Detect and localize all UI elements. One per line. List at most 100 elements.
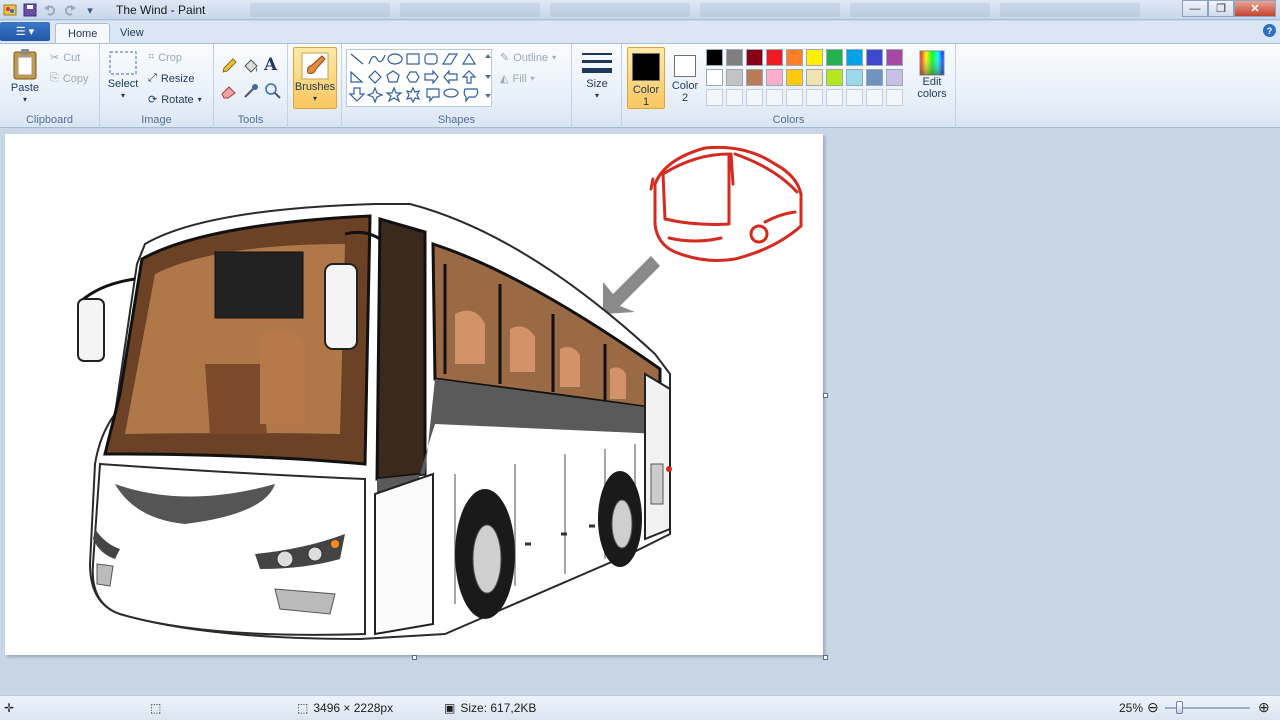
palette-swatch[interactable]: [786, 49, 803, 66]
image-group: Select ▾ ⌗ Crop ⤢ Resize ⟳ Rotate ▾ Imag…: [100, 44, 214, 128]
close-button[interactable]: ✕: [1234, 0, 1276, 17]
resize-icon: ⤢: [148, 72, 157, 84]
tab-view[interactable]: View: [108, 23, 156, 44]
brush-icon: [300, 51, 330, 81]
text-tool-icon[interactable]: A: [264, 55, 277, 75]
shapes-gallery[interactable]: [346, 49, 492, 107]
palette-swatch[interactable]: [886, 49, 903, 66]
rotate-button[interactable]: ⟳ Rotate ▾: [148, 93, 202, 107]
fill-button[interactable]: ◭ Fill ▾: [500, 72, 535, 86]
drawing-canvas[interactable]: [5, 134, 823, 655]
paint-app-icon[interactable]: [2, 2, 18, 18]
outline-icon: ✎: [500, 52, 510, 64]
palette-swatch[interactable]: [866, 49, 883, 66]
customize-toolbar-icon[interactable]: ▾: [82, 2, 98, 18]
custom-color-slot[interactable]: [726, 89, 743, 106]
size-button[interactable]: Size ▾: [580, 50, 614, 102]
palette-swatch[interactable]: [826, 49, 843, 66]
size-label: Size: [586, 78, 608, 90]
image-dimensions: ⬚ 3496 × 2228px: [297, 701, 393, 715]
custom-color-slot[interactable]: [826, 89, 843, 106]
chevron-down-icon: ▾: [22, 95, 27, 104]
pencil-icon[interactable]: [220, 57, 238, 75]
clipboard-group-label: Clipboard: [25, 114, 74, 126]
custom-color-slot[interactable]: [746, 89, 763, 106]
grey-arrow: [603, 256, 660, 314]
zoom-out-icon[interactable]: ⊖: [1147, 699, 1159, 716]
palette-swatch[interactable]: [706, 49, 723, 66]
palette-swatch[interactable]: [726, 49, 743, 66]
palette-swatch[interactable]: [746, 49, 763, 66]
red-bus-sketch: [649, 145, 803, 262]
shapes-group-label: Shapes: [437, 114, 476, 126]
zoom-slider-thumb[interactable]: [1176, 701, 1183, 714]
copy-label: Copy: [62, 72, 89, 85]
palette-swatch[interactable]: [706, 69, 723, 86]
tab-home[interactable]: Home: [55, 23, 111, 44]
palette-swatch[interactable]: [886, 69, 903, 86]
brushes-group: Brushes ▾: [288, 44, 342, 128]
minimize-button[interactable]: —: [1182, 0, 1208, 17]
magnifier-icon[interactable]: [264, 82, 282, 100]
tools-group-label: Tools: [237, 114, 264, 126]
file-size-text: Size: 617,2KB: [460, 701, 537, 715]
color-picker-icon[interactable]: [242, 82, 260, 100]
edit-colors-button[interactable]: Edit colors: [912, 50, 952, 100]
palette-swatch[interactable]: [726, 69, 743, 86]
palette-swatch[interactable]: [766, 49, 783, 66]
window-controls: — ❐ ✕: [1182, 0, 1276, 17]
crop-button[interactable]: ⌗ Crop: [148, 51, 182, 64]
custom-color-slot[interactable]: [846, 89, 863, 106]
palette-swatch[interactable]: [846, 69, 863, 86]
selection-size: ⬚: [150, 701, 161, 715]
save-icon[interactable]: [22, 2, 38, 18]
palette-swatch[interactable]: [866, 69, 883, 86]
cut-button[interactable]: ✂ Cut: [50, 51, 81, 65]
custom-color-slot[interactable]: [806, 89, 823, 106]
image-dimensions-text: 3496 × 2228px: [313, 701, 394, 715]
zoom-in-icon[interactable]: ⊕: [1258, 699, 1270, 716]
redo-icon[interactable]: [62, 2, 78, 18]
custom-color-slot[interactable]: [706, 89, 723, 106]
eraser-icon[interactable]: [220, 82, 238, 100]
paint-menu-button[interactable]: ☰ ▾: [0, 22, 50, 41]
white-coach-bus: [77, 203, 672, 641]
palette-swatch[interactable]: [806, 49, 823, 66]
cut-label: Cut: [63, 51, 81, 64]
color2-button[interactable]: Color 2: [668, 47, 702, 109]
copy-button[interactable]: ⎘ Copy: [50, 72, 89, 85]
file-size: ▣ Size: 617,2KB: [444, 701, 536, 715]
rainbow-palette-icon: [919, 50, 945, 76]
resize-button[interactable]: ⤢ Resize: [148, 72, 194, 85]
canvas-resize-handle-corner[interactable]: [823, 655, 828, 660]
tools-group: A Tools: [214, 44, 288, 128]
select-button[interactable]: Select ▾: [106, 50, 140, 102]
help-icon[interactable]: ?: [1263, 24, 1276, 37]
custom-color-slot[interactable]: [766, 89, 783, 106]
brushes-button[interactable]: Brushes ▾: [293, 47, 337, 109]
palette-swatch[interactable]: [826, 69, 843, 86]
color1-swatch: [632, 53, 660, 81]
palette-swatch[interactable]: [786, 69, 803, 86]
palette-swatch[interactable]: [766, 69, 783, 86]
undo-icon[interactable]: [42, 2, 58, 18]
canvas-resize-handle-right[interactable]: [823, 393, 828, 398]
palette-swatch[interactable]: [746, 69, 763, 86]
canvas-workarea[interactable]: [0, 129, 1280, 695]
custom-color-slot[interactable]: [786, 89, 803, 106]
outline-button[interactable]: ✎ Outline ▾: [500, 51, 556, 65]
color2-number: 2: [681, 92, 689, 104]
palette-swatch[interactable]: [846, 49, 863, 66]
custom-color-slot[interactable]: [866, 89, 883, 106]
fill-bucket-icon[interactable]: [242, 57, 260, 75]
line-width-icon: [581, 50, 613, 78]
disk-icon: ▣: [444, 701, 456, 715]
custom-color-slot[interactable]: [886, 89, 903, 106]
paste-button[interactable]: Paste ▾: [8, 48, 42, 106]
selection-icon: [108, 50, 138, 78]
color1-button[interactable]: Color 1: [627, 47, 665, 109]
resize-label: Resize: [160, 72, 195, 85]
restore-button[interactable]: ❐: [1208, 0, 1234, 17]
palette-swatch[interactable]: [806, 69, 823, 86]
canvas-resize-handle-bottom[interactable]: [412, 655, 417, 660]
